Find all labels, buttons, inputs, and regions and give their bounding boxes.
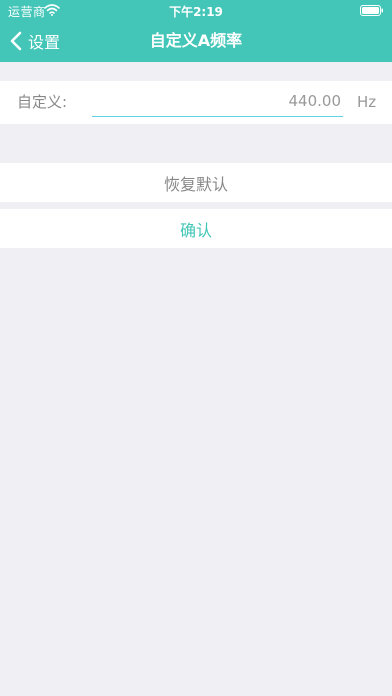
confirm-button[interactable]: 确认 <box>0 209 392 248</box>
frequency-input[interactable] <box>92 86 343 117</box>
frequency-label: 自定义: <box>17 93 68 111</box>
nav-bar: 设置 自定义A频率 <box>0 20 392 62</box>
battery-icon <box>360 5 383 16</box>
frequency-row: 自定义: Hz <box>0 81 392 124</box>
header: 运营商 下午2:19 设置 自定义A频率 <box>0 0 392 62</box>
status-time: 下午2:19 <box>169 5 223 19</box>
reset-default-label: 恢复默认 <box>163 174 228 194</box>
page-title: 自定义A频率 <box>149 31 243 50</box>
app-screen: 运营商 下午2:19 设置 自定义A频率 自定义: 440.00 Hz 恢复默认… <box>0 0 392 696</box>
status-bar: 运营商 下午2:19 <box>0 0 392 20</box>
unit-label: Hz <box>357 93 377 111</box>
confirm-label: 确认 <box>179 220 212 240</box>
reset-default-button[interactable]: 恢复默认 <box>0 163 392 202</box>
